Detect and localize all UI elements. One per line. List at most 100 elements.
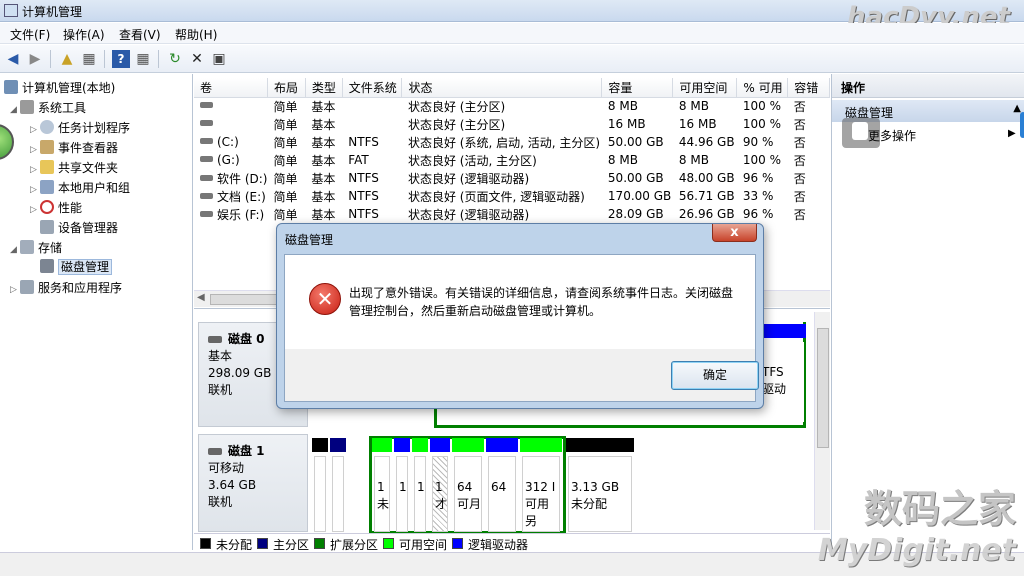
table-cell: 状态良好 (逻辑驱动器) bbox=[407, 207, 530, 222]
disk0-logical-cap bbox=[760, 324, 806, 338]
table-cell: 44.96 GB bbox=[678, 135, 735, 149]
console-tree: 计算机管理(本地) ◢ 系统工具 ▷ 任务计划程序 ▷ 事件查看器 ▷ 共享文件夹 ▷ 本… bbox=[0, 74, 193, 550]
expand-arrow-icon[interactable]: ▷ bbox=[30, 165, 40, 175]
disk0-partition-f[interactable]: TFS 驱动 bbox=[762, 342, 804, 422]
collapse-arrow-icon[interactable]: ◢ bbox=[10, 105, 20, 115]
table-row[interactable]: 文档 (E:) 简单 基本 NTFS 状态良好 (页面文件, 逻辑驱动器) 170.00 … bbox=[194, 187, 830, 205]
show-hide-tree-icon[interactable]: ▦ bbox=[80, 50, 98, 68]
volume-name-cell bbox=[194, 115, 267, 133]
table-cell: 基本 bbox=[311, 117, 336, 132]
show-hide-action-pane-icon[interactable]: ▦ bbox=[134, 50, 152, 68]
tree-item-event-viewer[interactable]: ▷ 事件查看器 bbox=[30, 139, 118, 157]
ok-button[interactable]: 确定 bbox=[671, 361, 759, 390]
disk1-partition[interactable] bbox=[312, 438, 328, 534]
partition-body bbox=[314, 456, 326, 532]
tree-services-apps[interactable]: ▷ 服务和应用程序 bbox=[10, 279, 122, 297]
disk1-header[interactable]: 磁盘 1 可移动 3.64 GB 联机 bbox=[198, 434, 308, 532]
collapse-arrow-icon[interactable]: ◢ bbox=[10, 245, 20, 255]
help-icon[interactable]: ? bbox=[112, 50, 130, 68]
table-cell: 否 bbox=[793, 189, 806, 204]
partition-body: 64 bbox=[488, 456, 516, 532]
disk1-partition[interactable]: 3.13 GB 未分配 bbox=[566, 438, 634, 534]
table-cell: 否 bbox=[793, 99, 806, 114]
table-row[interactable]: 娱乐 (F:) 简单 基本 NTFS 状态良好 (逻辑驱动器) 28.09 GB 26.96… bbox=[194, 205, 830, 223]
partition-type-bar bbox=[330, 438, 346, 452]
column-header[interactable]: 可用空间 bbox=[672, 78, 738, 98]
menu-file[interactable]: 文件(F) bbox=[10, 26, 50, 43]
table-cell bbox=[342, 97, 402, 115]
disk1-partition[interactable]: 1未 bbox=[372, 438, 392, 534]
submenu-arrow-icon: ▶ bbox=[1008, 128, 1016, 139]
tree-root[interactable]: 计算机管理(本地) bbox=[4, 79, 115, 97]
expand-arrow-icon[interactable]: ▷ bbox=[30, 145, 40, 155]
tree-item-performance[interactable]: ▷ 性能 bbox=[30, 199, 82, 217]
table-cell: FAT bbox=[348, 153, 369, 167]
forward-icon[interactable]: ▶ bbox=[26, 50, 44, 68]
tree-storage[interactable]: ◢ 存储 bbox=[10, 239, 62, 257]
table-cell: 状态良好 (主分区) bbox=[407, 99, 506, 114]
expand-arrow-icon[interactable]: ▷ bbox=[30, 125, 40, 135]
tree-item-local-users[interactable]: ▷ 本地用户和组 bbox=[30, 179, 130, 197]
disk1-partition[interactable]: 64 可月 bbox=[452, 438, 484, 534]
table-row[interactable]: (G:) 简单 基本 FAT 状态良好 (活动, 主分区) 8 MB 8 MB 100 % 否 bbox=[194, 151, 830, 169]
column-header[interactable]: 布局 bbox=[267, 78, 306, 98]
column-header[interactable]: 卷 bbox=[194, 78, 268, 98]
disk1-partition[interactable]: 1才 bbox=[430, 438, 450, 534]
disk1-status: 联机 bbox=[208, 495, 233, 509]
table-row[interactable]: 简单 基本 状态良好 (主分区) 8 MB 8 MB 100 % 否 bbox=[194, 97, 830, 115]
table-row[interactable]: 软件 (D:) 简单 基本 NTFS 状态良好 (逻辑驱动器) 50.00 GB 48.00… bbox=[194, 169, 830, 187]
up-folder-icon[interactable]: ▲ bbox=[58, 50, 76, 68]
more-actions[interactable]: 更多操作 bbox=[868, 127, 916, 144]
tree-system-tools[interactable]: ◢ 系统工具 bbox=[10, 99, 86, 117]
back-icon[interactable]: ◀ bbox=[4, 50, 22, 68]
clock-icon bbox=[40, 120, 54, 134]
table-cell: 简单 bbox=[273, 171, 298, 186]
menu-view[interactable]: 查看(V) bbox=[119, 26, 161, 43]
disk1-partition[interactable] bbox=[330, 438, 346, 534]
disk1-partition[interactable]: 1 bbox=[394, 438, 410, 534]
menu-help[interactable]: 帮助(H) bbox=[175, 26, 217, 43]
column-header[interactable]: 容量 bbox=[601, 78, 674, 98]
column-header[interactable]: % 可用 bbox=[736, 78, 789, 98]
expand-arrow-icon[interactable]: ▷ bbox=[10, 285, 20, 295]
disk-icon bbox=[208, 448, 222, 455]
dialog-message-area: ✕ 出现了意外错误。有关错误的详细信息，请查阅系统事件日志。关闭磁盘管理控制台，… bbox=[285, 255, 755, 349]
volume-icon bbox=[200, 210, 213, 217]
tree-item-device-manager[interactable]: 设备管理器 bbox=[40, 219, 118, 237]
disk1-partition[interactable]: 312 I 可用另 bbox=[520, 438, 562, 534]
tree-item-shared-folders[interactable]: ▷ 共享文件夹 bbox=[30, 159, 118, 177]
tree-item-task-scheduler[interactable]: ▷ 任务计划程序 bbox=[30, 119, 130, 137]
disk-icon bbox=[40, 259, 54, 273]
menu-action[interactable]: 操作(A) bbox=[63, 26, 105, 43]
table-cell: 否 bbox=[793, 135, 806, 150]
table-cell: 8 MB bbox=[607, 153, 638, 167]
refresh-icon[interactable]: ↻ bbox=[166, 50, 184, 68]
tree-disk-management[interactable]: 磁盘管理 bbox=[40, 258, 113, 276]
toolbar-separator bbox=[50, 50, 51, 68]
vertical-scrollbar[interactable] bbox=[814, 312, 830, 530]
properties-icon[interactable]: ▣ bbox=[210, 50, 228, 68]
column-header[interactable]: 状态 bbox=[401, 78, 603, 98]
scroll-left-icon[interactable]: ◀ bbox=[197, 292, 205, 303]
disk1-partition[interactable]: 1 bbox=[412, 438, 428, 534]
error-icon: ✕ bbox=[309, 283, 341, 315]
partition-type-bar bbox=[430, 438, 450, 452]
table-cell: 状态良好 (系统, 启动, 活动, 主分区) bbox=[407, 135, 601, 150]
table-row[interactable]: (C:) 简单 基本 NTFS 状态良好 (系统, 启动, 活动, 主分区) 50.00 … bbox=[194, 133, 830, 151]
disk1-type: 可移动 bbox=[208, 461, 245, 475]
delete-icon[interactable]: ✕ bbox=[188, 50, 206, 68]
dialog-close-button[interactable]: x bbox=[712, 224, 757, 242]
table-cell: 简单 bbox=[273, 153, 298, 168]
table-row[interactable]: 简单 基本 状态良好 (主分区) 16 MB 16 MB 100 % 否 bbox=[194, 115, 830, 133]
partition-body: 312 I 可用另 bbox=[522, 456, 560, 532]
scroll-thumb[interactable] bbox=[817, 328, 829, 448]
legend-swatch-logical bbox=[452, 538, 463, 549]
legend-label: 可用空间 bbox=[399, 538, 448, 552]
partition-body: 1 bbox=[414, 456, 426, 532]
column-header[interactable]: 容错 bbox=[787, 78, 830, 98]
expand-arrow-icon[interactable]: ▷ bbox=[30, 205, 40, 215]
column-header[interactable]: 类型 bbox=[305, 78, 343, 98]
column-header[interactable]: 文件系统 bbox=[342, 78, 403, 98]
expand-arrow-icon[interactable]: ▷ bbox=[30, 185, 40, 195]
disk1-partition[interactable]: 64 bbox=[486, 438, 518, 534]
